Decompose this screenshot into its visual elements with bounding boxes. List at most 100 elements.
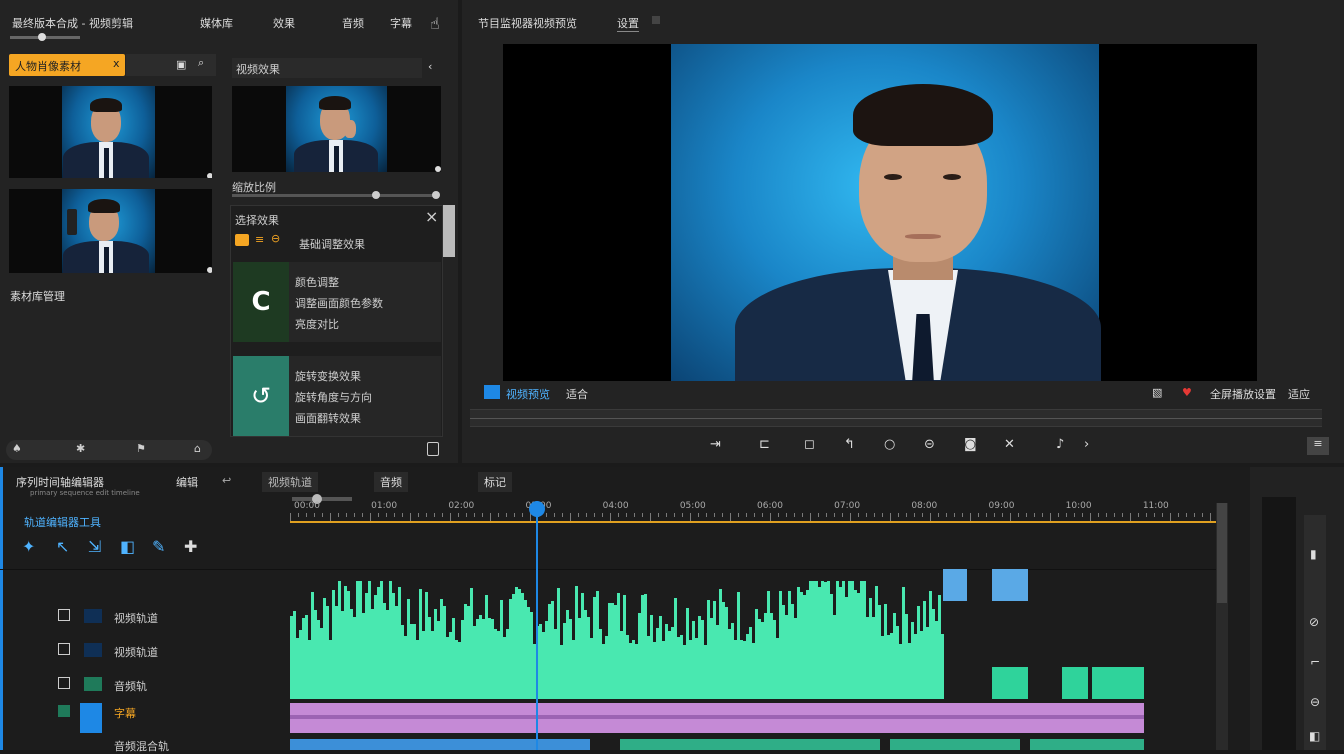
mix-clip[interactable] xyxy=(890,739,1020,750)
volume-slider[interactable] xyxy=(10,33,80,41)
pen-icon[interactable]: ✎ xyxy=(152,537,165,556)
puzzle-icon[interactable]: ✱ xyxy=(76,442,85,455)
media-thumbnail-2[interactable] xyxy=(9,189,212,273)
video-clip[interactable] xyxy=(943,569,967,601)
close-icon[interactable]: x xyxy=(113,57,120,70)
image-icon[interactable]: ▧ xyxy=(1152,386,1162,399)
close-icon[interactable]: × xyxy=(425,207,438,226)
camera-icon[interactable]: ◙ xyxy=(964,437,977,452)
audio-clip[interactable] xyxy=(1062,667,1088,699)
subtitle-clip[interactable] xyxy=(290,703,1144,733)
video-clip[interactable] xyxy=(992,569,1028,601)
time-ruler[interactable]: 00:0001:0002:0003:0004:0005:0006:0007:00… xyxy=(290,501,1216,523)
mix-clip[interactable] xyxy=(620,739,880,750)
ruler-tick xyxy=(474,513,475,517)
ruler-tick xyxy=(1082,513,1083,517)
zoom-dropdown[interactable]: 适合 xyxy=(566,386,588,402)
menu-icon[interactable]: ≡ xyxy=(1307,437,1329,455)
flag-icon[interactable]: ⚑ xyxy=(136,442,146,455)
timecode-badge[interactable] xyxy=(484,385,500,399)
ripple-icon[interactable]: ◧ xyxy=(120,537,135,556)
timeline-tab-edit[interactable]: 编辑 xyxy=(176,474,198,490)
heart-icon[interactable]: ♥ xyxy=(1182,386,1192,399)
ruler-tick xyxy=(746,513,747,517)
ruler-tick xyxy=(570,513,571,521)
audio-clip[interactable] xyxy=(1092,667,1144,699)
arrow-icon[interactable]: ↩ xyxy=(222,474,231,487)
ruler-tick xyxy=(1186,513,1187,517)
ruler-tick xyxy=(394,513,395,517)
step-back-icon[interactable]: ↰ xyxy=(844,437,855,452)
effect-card-rotate[interactable]: ↺ 旋转变换效果 旋转角度与方向 画面翻转效果 xyxy=(233,356,441,436)
video-preview[interactable] xyxy=(503,44,1257,381)
film-icon[interactable]: ▣ xyxy=(176,58,186,71)
clock-icon[interactable]: ⊖ xyxy=(271,232,280,245)
tab-settings[interactable]: 设置 xyxy=(617,15,639,32)
ruler-tick xyxy=(1122,513,1123,517)
menu-icon[interactable]: ≡ xyxy=(255,233,264,246)
ruler-tick xyxy=(322,513,323,517)
effect-card-color[interactable]: C 颜色调整 调整画面颜色参数 亮度对比 xyxy=(233,262,441,342)
media-thumbnail-1[interactable] xyxy=(9,86,212,178)
film-icon[interactable] xyxy=(84,609,102,623)
ruler-tick xyxy=(858,513,859,517)
clip-icon[interactable]: ⊏ xyxy=(759,437,770,452)
tab-effects[interactable]: 效果 xyxy=(273,15,295,31)
trash-icon[interactable] xyxy=(427,442,439,456)
audio-icon[interactable]: ♪ xyxy=(1056,437,1064,452)
text-icon[interactable] xyxy=(58,705,70,717)
tab-subtitle[interactable]: 字幕 xyxy=(390,15,412,31)
track-lanes[interactable] xyxy=(290,569,1216,750)
ruler-tick xyxy=(634,513,635,517)
timeline-tab-audio[interactable]: 音频 xyxy=(374,472,408,492)
slip-icon[interactable]: ⇲ xyxy=(88,537,101,556)
select-icon[interactable]: ↖ xyxy=(56,537,69,556)
film-icon[interactable] xyxy=(84,643,102,657)
ruler-tick xyxy=(506,513,507,517)
search-filter-chip[interactable]: 人物肖像素材 x xyxy=(9,54,125,76)
ruler-tick xyxy=(818,513,819,517)
razor-icon[interactable]: ✦ xyxy=(22,537,35,556)
stop-icon[interactable]: ⊝ xyxy=(924,437,935,452)
fit-label[interactable]: 适应 xyxy=(1288,386,1310,402)
close-icon[interactable] xyxy=(652,16,660,24)
eye-icon[interactable] xyxy=(58,609,70,621)
timeline-tab-video[interactable]: 视频轨道 xyxy=(262,472,318,492)
timeline-tab-marker[interactable]: 标记 xyxy=(478,472,512,492)
mix-clip[interactable] xyxy=(1030,739,1144,750)
spade-icon[interactable]: ♠ xyxy=(12,442,22,455)
chevron-right-icon[interactable]: › xyxy=(1084,437,1089,452)
subtitle-icon[interactable] xyxy=(80,703,102,733)
tab-audio[interactable]: 音频 xyxy=(342,15,364,31)
timeline-scrollbar[interactable] xyxy=(1216,503,1228,750)
ruler-tick xyxy=(970,513,971,521)
bucket-icon[interactable]: ⌂ xyxy=(194,442,201,455)
ruler-label: 04:00 xyxy=(602,501,629,511)
track-header-1: 视频轨道 xyxy=(0,601,290,633)
frame-icon[interactable]: ◻ xyxy=(804,437,815,452)
popup-scrollbar[interactable] xyxy=(443,205,455,257)
audio-clip[interactable] xyxy=(992,667,1028,699)
playhead[interactable] xyxy=(529,501,545,750)
zoom-slider[interactable] xyxy=(232,191,440,199)
audio-waveform[interactable] xyxy=(290,579,944,699)
ruler-tick xyxy=(778,513,779,517)
media-panel: 最终版本合成 - 视频剪辑 媒体库 效果 音频 字幕 ☝ 人物肖像素材 x ▣ … xyxy=(0,0,458,463)
waveform-icon[interactable] xyxy=(84,677,102,691)
tab-media[interactable]: 媒体库 xyxy=(200,15,233,31)
ruler-tick xyxy=(874,513,875,517)
hand-icon[interactable]: ✚ xyxy=(184,537,197,556)
chevron-left-icon[interactable]: ‹ xyxy=(428,60,432,73)
meter-control[interactable]: ▮ ⊘ ⌐ ⊖ ◧ xyxy=(1304,515,1326,750)
media-thumbnail-3[interactable] xyxy=(232,86,441,172)
tools-icon[interactable]: ✕ xyxy=(1004,437,1015,452)
mix-clip[interactable] xyxy=(290,739,590,750)
mark-in-icon[interactable]: ⇥ xyxy=(710,437,721,452)
search-icon[interactable]: ⌕ xyxy=(198,56,204,70)
speaker-icon[interactable] xyxy=(58,677,70,689)
scrub-bar[interactable] xyxy=(470,409,1322,427)
eye-icon[interactable] xyxy=(58,643,70,655)
section-label: 素材库管理 xyxy=(10,290,65,303)
loop-icon[interactable]: ○ xyxy=(884,437,895,452)
effects-popup: 选择效果 × ≡ ⊖ 基础调整效果 C 颜色调整 调整画面颜色参数 亮度对比 ↺… xyxy=(230,205,443,437)
